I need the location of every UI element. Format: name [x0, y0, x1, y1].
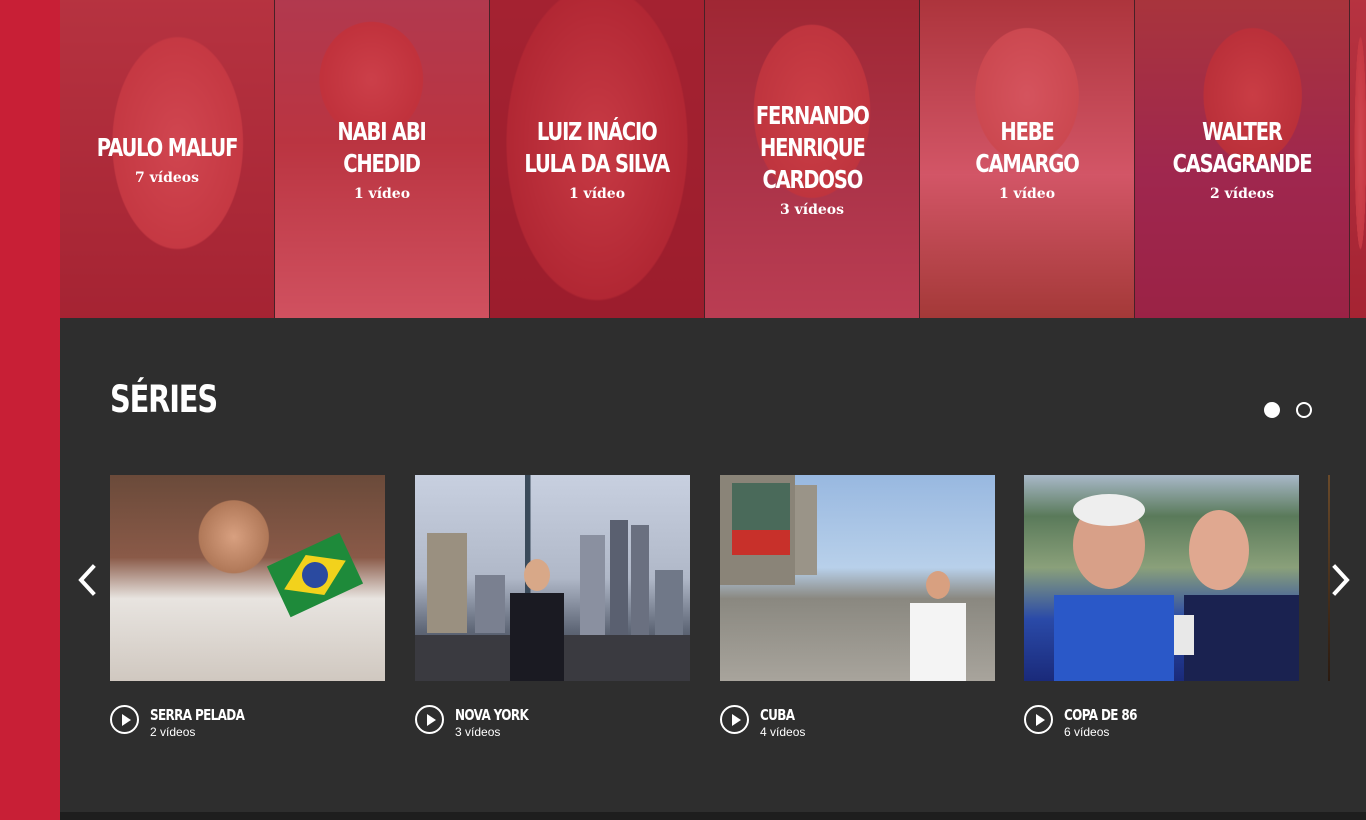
series-title: COPA DE 86: [1064, 706, 1137, 724]
series-video-count: 4 vídeos: [760, 725, 806, 739]
person-card-paulo-maluf[interactable]: PAULO MALUF 7 vídeos: [60, 0, 275, 318]
play-circle-icon[interactable]: [110, 705, 139, 734]
play-circle-icon[interactable]: [1024, 705, 1053, 734]
person-video-count: 1 vídeo: [998, 186, 1056, 202]
section-title: SÉRIES: [110, 378, 218, 421]
bottom-divider: [60, 812, 1366, 820]
person-name: LUIZ INÁCIO LULA DA SILVA: [524, 117, 671, 178]
play-circle-icon[interactable]: [720, 705, 749, 734]
series-card-cuba[interactable]: CUBA 4 vídeos: [720, 475, 995, 739]
person-name: PAULO MALUF: [96, 133, 239, 162]
pagination-dot-2[interactable]: [1296, 402, 1312, 418]
person-card-fernando-henrique-cardoso[interactable]: FERNANDO HENRIQUE CARDOSO 3 vídeos: [705, 0, 920, 318]
series-video-count: 6 vídeos: [1064, 725, 1110, 739]
carousel-pagination: [1264, 402, 1312, 418]
cuba-graphic: [720, 475, 966, 681]
series-title: NOVA YORK: [455, 706, 529, 724]
person-name: NABI ABI CHEDID: [337, 117, 427, 178]
person-video-count: 2 vídeos: [1210, 186, 1274, 202]
person-name: WALTER CASAGRANDE: [1172, 117, 1313, 178]
copa-graphic: [1054, 494, 1299, 681]
series-thumbnail[interactable]: [110, 475, 385, 681]
series-title: CUBA: [760, 706, 795, 724]
series-thumbnail[interactable]: [720, 475, 995, 681]
person-card-nabi-abi-chedid[interactable]: NABI ABI CHEDID 1 vídeo: [275, 0, 490, 318]
person-video-count: 7 vídeos: [135, 170, 199, 186]
person-video-count: 1 vídeo: [353, 186, 411, 202]
series-title: SERRA PELADA: [150, 706, 245, 724]
carousel-prev-button[interactable]: [72, 562, 102, 598]
series-thumbnail[interactable]: [415, 475, 690, 681]
pagination-dot-1[interactable]: [1264, 402, 1280, 418]
series-video-count: 3 vídeos: [455, 725, 501, 739]
series-thumbnail[interactable]: [1024, 475, 1299, 681]
person-card-lula[interactable]: LUIZ INÁCIO LULA DA SILVA 1 vídeo: [490, 0, 705, 318]
chevron-right-icon: [1332, 564, 1350, 596]
person-card-partial[interactable]: [1350, 0, 1366, 318]
person-name: HEBE CAMARGO: [975, 117, 1079, 178]
chevron-left-icon: [78, 564, 96, 596]
carousel-next-button[interactable]: [1326, 562, 1356, 598]
person-card-hebe-camargo[interactable]: HEBE CAMARGO 1 vídeo: [920, 0, 1135, 318]
series-card-serra-pelada[interactable]: SERRA PELADA 2 vídeos: [110, 475, 385, 739]
person-name: FERNANDO HENRIQUE CARDOSO: [755, 101, 870, 194]
person-video-count: 1 vídeo: [568, 186, 626, 202]
skyline-graphic: [415, 520, 690, 681]
flag-graphic: [266, 532, 364, 618]
series-card-copa-de-86[interactable]: COPA DE 86 6 vídeos: [1024, 475, 1299, 739]
series-carousel: SERRA PELADA 2 vídeos NOVA YORK 3 vídeos…: [110, 475, 1330, 755]
left-rail: [0, 0, 60, 820]
series-card-nova-york[interactable]: NOVA YORK 3 vídeos: [415, 475, 690, 739]
person-card-walter-casagrande[interactable]: WALTER CASAGRANDE 2 vídeos: [1135, 0, 1350, 318]
people-strip: PAULO MALUF 7 vídeos NABI ABI CHEDID 1 v…: [60, 0, 1366, 318]
person-video-count: 3 vídeos: [780, 202, 844, 218]
series-video-count: 2 vídeos: [150, 725, 196, 739]
play-circle-icon[interactable]: [415, 705, 444, 734]
